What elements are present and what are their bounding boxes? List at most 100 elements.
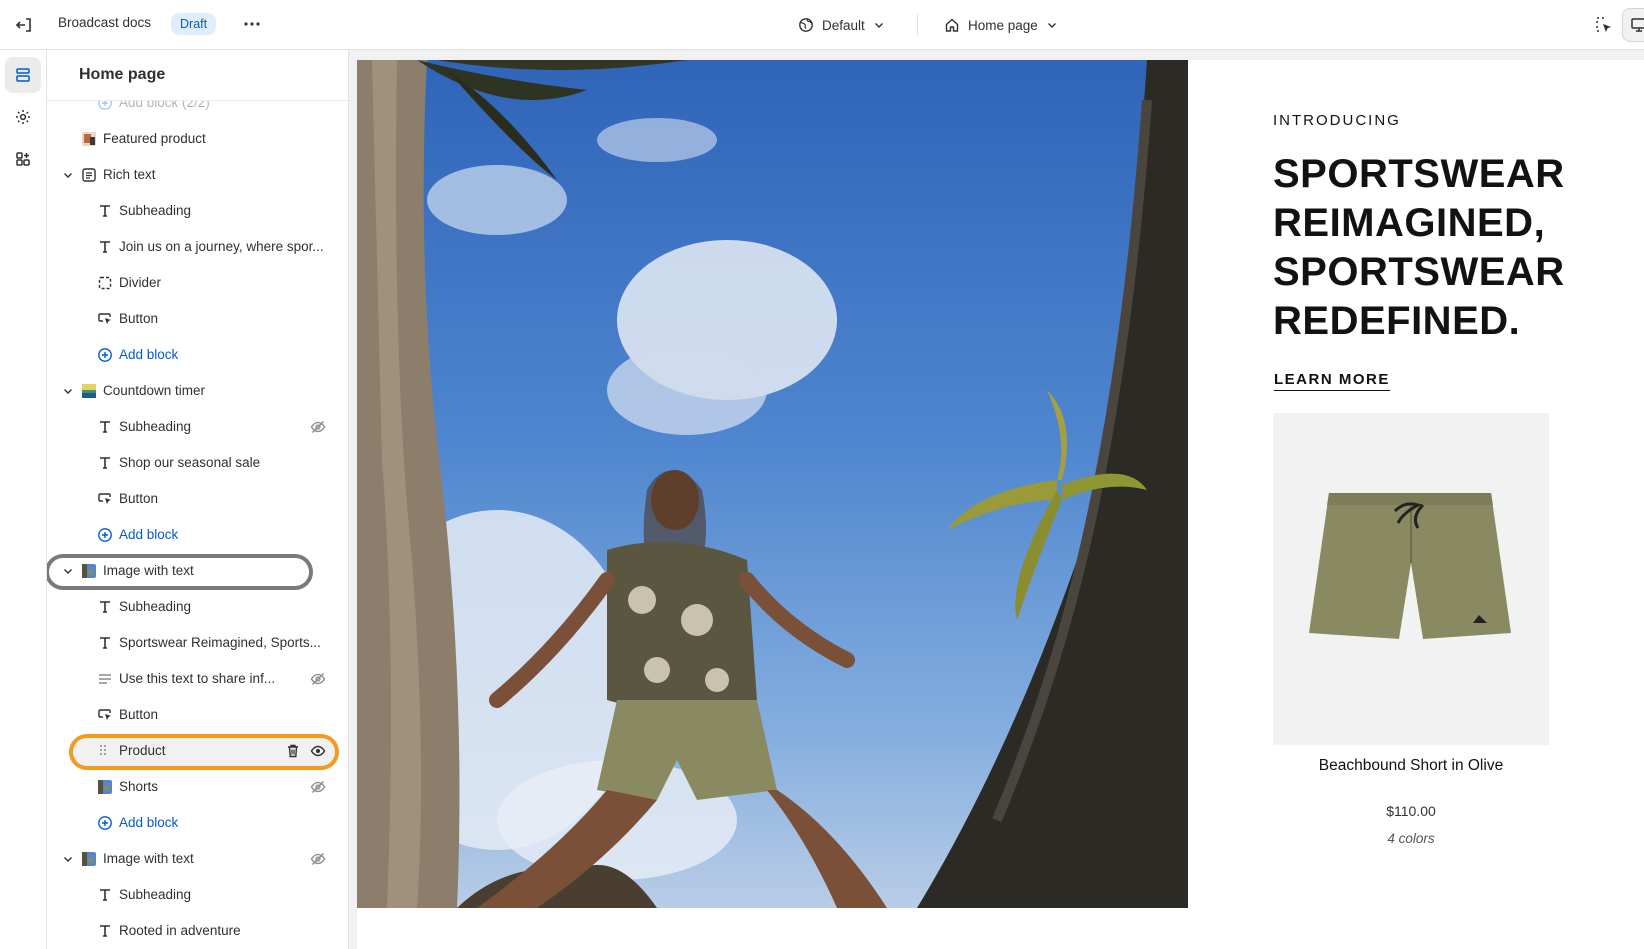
block-shorts[interactable]: Shorts [47,769,348,805]
row-label: Subheading [119,203,192,218]
gear-icon [16,110,30,124]
left-rail [0,50,47,949]
block-sportswear-reimagined-sports[interactable]: Sportswear Reimagined, Sports... [47,625,348,661]
section-tree: Add block (2/2) Featured product Rich text… [47,85,348,949]
add-block-add-block[interactable]: Add block [47,337,348,373]
block-button[interactable]: Button [47,301,348,337]
chevron-down-icon[interactable] [61,168,75,182]
block-rooted-in-adventure[interactable]: Rooted in adventure [47,913,348,949]
product-price: $110.00 [1386,803,1436,819]
row-label: Image with text [103,563,194,578]
add-block-add-block[interactable]: Add block [47,805,348,841]
product-name[interactable]: Beachbound Short in Olive [1273,757,1549,775]
theme-settings-button[interactable] [5,99,41,135]
row-label: Add block [119,815,179,830]
block-divider[interactable]: Divider [47,265,348,301]
chevron-down-icon[interactable] [61,384,75,398]
eye-off-icon[interactable] [310,779,326,795]
headline-line: SPORTSWEAR [1273,152,1565,196]
headline-line: SPORTSWEAR [1273,250,1565,294]
row-label: Button [119,707,159,722]
text-icon [97,419,113,435]
top-bar: Broadcast docs Draft Default Home page [0,0,1644,50]
chevron-down-icon [874,23,883,28]
page-selector[interactable]: Home page [944,12,1058,38]
draft-badge: Draft [171,13,217,35]
apps-icon [16,152,30,166]
plus-circle-icon [97,815,113,831]
text-icon [97,923,113,939]
image-thumb-icon [81,563,97,579]
divider-icon [97,275,113,291]
row-label: Rooted in adventure [119,923,241,938]
block-button[interactable]: Button [47,697,348,733]
row-label: Button [119,311,159,326]
sections-icon [16,68,30,82]
row-label: Subheading [119,599,192,614]
countdown-thumb-icon [81,383,97,399]
eye-off-icon[interactable] [310,851,326,867]
chevron-down-icon [1047,23,1056,28]
headline: SPORTSWEAR REIMAGINED, SPORTSWEAR REDEFI… [1273,150,1633,346]
row-label: Button [119,491,159,506]
sections-sidebar: Home page Add block (2/2) Featured produc… [47,50,349,949]
row-label: Use this text to share inf... [119,671,276,686]
theme-selector-label: Default [822,17,865,33]
hero-image[interactable] [357,60,1188,908]
text-icon [97,635,113,651]
product-colors-count: 4 colors [1387,831,1435,846]
row-label: Join us on a journey, where spor... [119,239,324,254]
desktop-view-button[interactable] [1622,8,1644,42]
block-product[interactable]: Product [47,733,348,770]
row-label: Image with text [103,851,194,866]
sections-button[interactable] [5,57,41,93]
section-image-with-text[interactable]: Image with text [47,553,348,590]
plus-circle-icon [97,347,113,363]
rich-text-icon [81,167,97,183]
sidebar-title: Home page [79,66,166,83]
row-label: Shorts [119,779,159,794]
block-subheading[interactable]: Subheading [47,193,348,229]
trash-icon[interactable] [285,743,301,759]
apps-button[interactable] [5,141,41,177]
desktop-icon [1631,18,1644,32]
text-icon [97,599,113,615]
row-label: Divider [119,275,162,290]
learn-more-link[interactable]: LEARN MORE [1274,371,1390,391]
block-subheading[interactable]: Subheading [47,409,348,445]
button-icon [97,491,113,507]
featured-product-icon [81,131,97,147]
add-block-add-block[interactable]: Add block [47,517,348,553]
block-use-this-text-to-share-inf[interactable]: Use this text to share inf... [47,661,348,697]
section-image-with-text[interactable]: Image with text [47,841,348,877]
chevron-down-icon[interactable] [61,564,75,578]
row-label: Subheading [119,419,192,434]
inspector-icon[interactable] [1592,13,1616,37]
row-label: Countdown timer [103,383,206,398]
theme-selector[interactable]: Default [798,12,885,38]
home-icon [945,18,959,32]
eye-off-icon[interactable] [310,419,326,435]
block-shop-our-seasonal-sale[interactable]: Shop our seasonal sale [47,445,348,481]
block-subheading[interactable]: Subheading [47,877,348,913]
subheading: INTRODUCING [1273,112,1401,129]
block-join-us-on-a-journey-where-spor[interactable]: Join us on a journey, where spor... [47,229,348,265]
eye-off-icon[interactable] [310,671,326,687]
page-selector-label: Home page [968,17,1038,33]
section-featured-product[interactable]: Featured product [47,121,348,157]
paragraph-icon [97,671,113,687]
block-button[interactable]: Button [47,481,348,517]
section-rich-text[interactable]: Rich text [47,157,348,193]
product-image[interactable] [1273,413,1549,745]
drag-handle-icon[interactable] [99,744,107,759]
divider [917,14,918,36]
more-options-icon[interactable] [240,12,264,36]
row-label: Rich text [103,167,156,182]
exit-icon[interactable] [12,13,36,37]
chevron-down-icon[interactable] [61,852,75,866]
block-subheading[interactable]: Subheading [47,589,348,625]
text-icon [97,203,113,219]
image-thumb-icon [81,851,97,867]
section-countdown-timer[interactable]: Countdown timer [47,373,348,409]
eye-icon[interactable] [310,743,326,759]
